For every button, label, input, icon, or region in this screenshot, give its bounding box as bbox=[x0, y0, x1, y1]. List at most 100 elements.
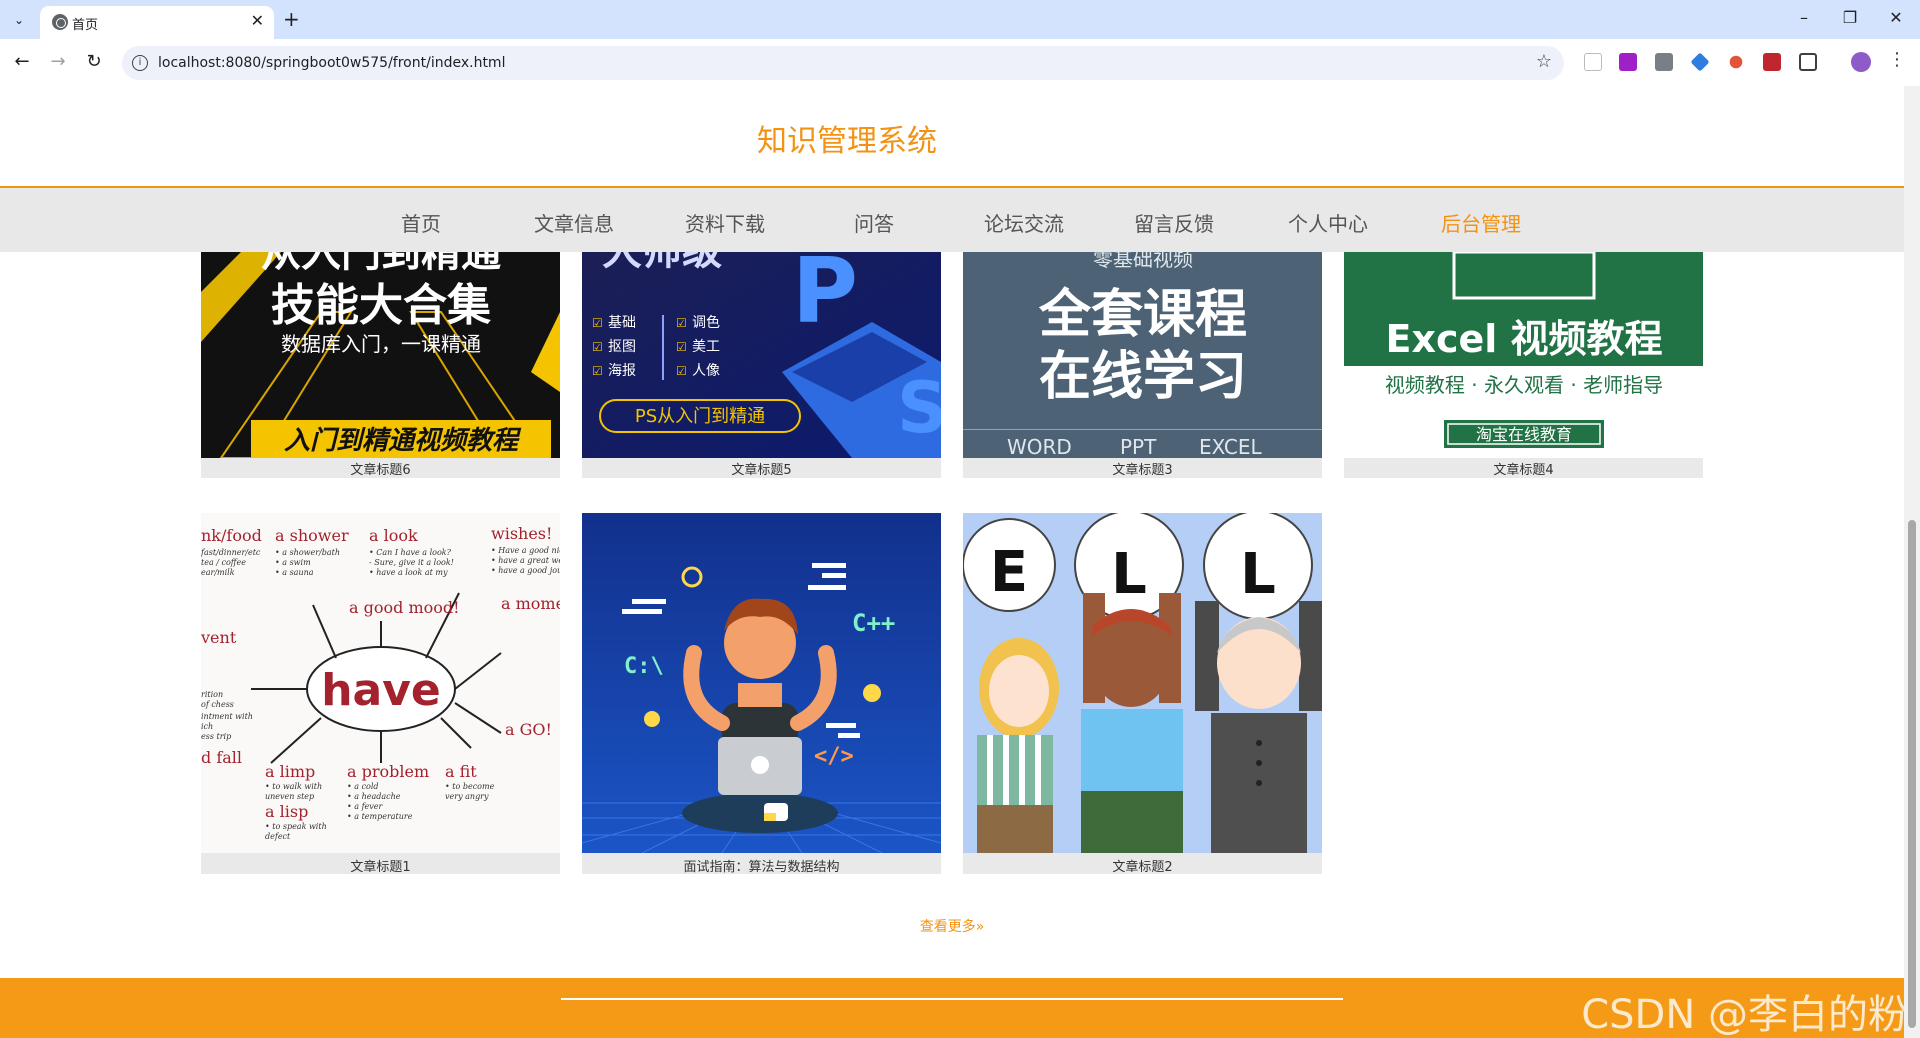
nav-item-articles[interactable]: 文章信息 bbox=[514, 208, 634, 237]
globe-icon bbox=[52, 14, 68, 30]
svg-text:• have a good journe: • have a good journe bbox=[491, 566, 560, 575]
profile-avatar[interactable] bbox=[1851, 52, 1871, 72]
extension-shield-icon[interactable] bbox=[1763, 53, 1781, 71]
svg-text:• have a look at my: • have a look at my bbox=[369, 568, 448, 577]
nav-item-qa[interactable]: 问答 bbox=[814, 208, 934, 237]
article-image[interactable]: 从入门到精通 技能大合集 数据库入门，一课精通 入门到精通视频教程 bbox=[201, 252, 560, 458]
tab-search-chevron-icon[interactable]: ⌄ bbox=[8, 9, 30, 31]
browser-menu-icon[interactable]: ⋮ bbox=[1888, 49, 1906, 70]
article-caption[interactable]: 文章标题5 bbox=[582, 459, 941, 478]
watermark: CSDN @李白的粉 bbox=[1581, 992, 1904, 1038]
extensions-puzzle-icon[interactable] bbox=[1799, 53, 1817, 71]
main-nav: 首页 文章信息 资料下载 问答 论坛交流 留言反馈 个人中心 后台管理 bbox=[0, 186, 1904, 252]
nav-item-feedback[interactable]: 留言反馈 bbox=[1114, 208, 1234, 237]
image-text: 海报 bbox=[608, 363, 636, 379]
back-icon[interactable]: ← bbox=[10, 51, 34, 72]
site-info-icon[interactable]: i bbox=[132, 55, 148, 71]
close-window-icon[interactable]: ✕ bbox=[1886, 8, 1906, 27]
new-tab-icon[interactable]: + bbox=[283, 7, 300, 31]
double-chevron-right-icon: » bbox=[975, 919, 985, 935]
nav-item-admin[interactable]: 后台管理 bbox=[1421, 208, 1541, 237]
svg-text:of chess: of chess bbox=[201, 700, 234, 709]
article-card[interactable]: E L L 文章标题2 bbox=[963, 513, 1322, 875]
article-card[interactable]: have a good mood! a shower a look wishes… bbox=[201, 513, 560, 875]
svg-text:大师级: 大师级 bbox=[602, 252, 722, 274]
article-image[interactable]: 大师级 P S 基础 调色 抠图 美工 海报 人像 ☑ ☑ ☑ ☑ ☑ ☑ bbox=[582, 252, 941, 458]
extension-grey-icon[interactable] bbox=[1655, 53, 1673, 71]
image-text: WORD bbox=[1007, 435, 1072, 458]
nav-item-home[interactable]: 首页 bbox=[361, 208, 481, 237]
article-caption[interactable]: 文章标题1 bbox=[201, 856, 560, 875]
minimize-icon[interactable]: – bbox=[1794, 8, 1814, 27]
svg-text:P: P bbox=[792, 252, 858, 344]
article-card[interactable]: 大师级 P S 基础 调色 抠图 美工 海报 人像 ☑ ☑ ☑ ☑ ☑ ☑ bbox=[582, 252, 941, 478]
image-text: 全套课程 bbox=[1038, 285, 1247, 345]
page-scrollbar[interactable] bbox=[1904, 86, 1920, 1038]
svg-text:从入门到精通: 从入门到精通 bbox=[261, 252, 501, 276]
article-card[interactable]: C++ C:\ </> 面试指南：算法与数据结构 bbox=[582, 513, 941, 875]
article-card[interactable]: 从入门到精通 技能大合集 数据库入门，一课精通 入门到精通视频教程 文章标题6 bbox=[201, 252, 560, 478]
browser-tab[interactable]: 首页 ✕ bbox=[40, 6, 274, 39]
extension-blue-icon[interactable] bbox=[1690, 52, 1710, 72]
image-text: 数据库入门，一课精通 bbox=[281, 332, 481, 356]
site-title: 知识管理系统 bbox=[757, 124, 937, 159]
image-text: a fit bbox=[445, 762, 477, 781]
svg-text:• a headache: • a headache bbox=[347, 792, 401, 801]
image-text: have bbox=[321, 665, 441, 716]
article-image[interactable]: 零基础视频 全套课程 在线学习 WORD PPT EXCEL bbox=[963, 252, 1322, 458]
svg-text:a mome: a mome bbox=[501, 594, 560, 613]
nav-item-forum[interactable]: 论坛交流 bbox=[964, 208, 1084, 237]
tab-title: 首页 bbox=[72, 18, 99, 33]
nav-item-downloads[interactable]: 资料下载 bbox=[665, 208, 785, 237]
forward-icon[interactable]: → bbox=[46, 51, 70, 72]
close-tab-icon[interactable]: ✕ bbox=[251, 11, 264, 30]
svg-text:• Have a good nice/e: • Have a good nice/e bbox=[491, 546, 560, 555]
svg-text:• a cold: • a cold bbox=[347, 782, 379, 791]
svg-text:• a swim: • a swim bbox=[275, 558, 311, 567]
svg-text:• a fever: • a fever bbox=[347, 802, 384, 811]
article-image[interactable]: Excel 视频教程 视频教程 · 永久观看 · 老师指导 淘宝在线教育 bbox=[1344, 252, 1703, 458]
svg-text:☑: ☑ bbox=[592, 364, 603, 378]
image-text: 在线学习 bbox=[1039, 347, 1247, 407]
svg-text:• have a great weeke: • have a great weeke bbox=[491, 556, 560, 565]
svg-text:☑: ☑ bbox=[592, 316, 603, 330]
svg-text:ess trip: ess trip bbox=[201, 732, 231, 741]
image-text: 美工 bbox=[692, 339, 720, 355]
article-image[interactable]: have a good mood! a shower a look wishes… bbox=[201, 513, 560, 853]
extension-red-icon[interactable] bbox=[1729, 55, 1743, 69]
image-text: C++ bbox=[852, 609, 895, 637]
article-image[interactable]: C++ C:\ </> bbox=[582, 513, 941, 853]
extension-purple-icon[interactable] bbox=[1619, 53, 1637, 71]
bookmark-star-icon[interactable]: ☆ bbox=[1536, 51, 1552, 72]
article-caption[interactable]: 面试指南：算法与数据结构 bbox=[582, 856, 941, 875]
view-more-link[interactable]: 查看更多» bbox=[0, 916, 1904, 936]
restore-icon[interactable]: ❐ bbox=[1840, 8, 1860, 27]
svg-text:☑: ☑ bbox=[592, 340, 603, 354]
svg-text:• to walk with: • to walk with bbox=[265, 782, 322, 791]
browser-tab-bar: ⌄ 首页 ✕ + – ❐ ✕ bbox=[0, 0, 1920, 39]
article-image[interactable]: E L L bbox=[963, 513, 1322, 853]
browser-toolbar: ← → ↻ i localhost:8080/springboot0w575/f… bbox=[0, 39, 1920, 86]
image-text: L bbox=[1240, 542, 1276, 607]
svg-text:defect: defect bbox=[265, 832, 291, 841]
article-caption[interactable]: 文章标题2 bbox=[963, 856, 1322, 875]
extension-cursor-icon[interactable] bbox=[1584, 53, 1602, 71]
scrollbar-thumb[interactable] bbox=[1908, 520, 1916, 1028]
image-text: wishes! bbox=[491, 524, 552, 543]
nav-item-profile[interactable]: 个人中心 bbox=[1268, 208, 1388, 237]
article-caption[interactable]: 文章标题3 bbox=[963, 459, 1322, 478]
svg-text:• to become: • to become bbox=[445, 782, 495, 791]
image-text: a look bbox=[369, 526, 418, 545]
article-caption[interactable]: 文章标题6 bbox=[201, 459, 560, 478]
article-card[interactable]: 零基础视频 全套课程 在线学习 WORD PPT EXCEL 文章标题3 bbox=[963, 252, 1322, 478]
address-bar[interactable]: i localhost:8080/springboot0w575/front/i… bbox=[122, 46, 1564, 80]
reload-icon[interactable]: ↻ bbox=[82, 51, 106, 72]
svg-text:ich: ich bbox=[201, 722, 213, 731]
image-text: 视频教程 · 永久观看 · 老师指导 bbox=[1385, 373, 1663, 397]
url-text: localhost:8080/springboot0w575/front/ind… bbox=[158, 55, 506, 71]
article-caption[interactable]: 文章标题4 bbox=[1344, 459, 1703, 478]
article-card[interactable]: Excel 视频教程 视频教程 · 永久观看 · 老师指导 淘宝在线教育 文章标… bbox=[1344, 252, 1703, 478]
svg-text:intment with: intment with bbox=[201, 712, 253, 721]
image-text: 人像 bbox=[692, 363, 720, 379]
image-text: 基础 bbox=[608, 314, 636, 331]
